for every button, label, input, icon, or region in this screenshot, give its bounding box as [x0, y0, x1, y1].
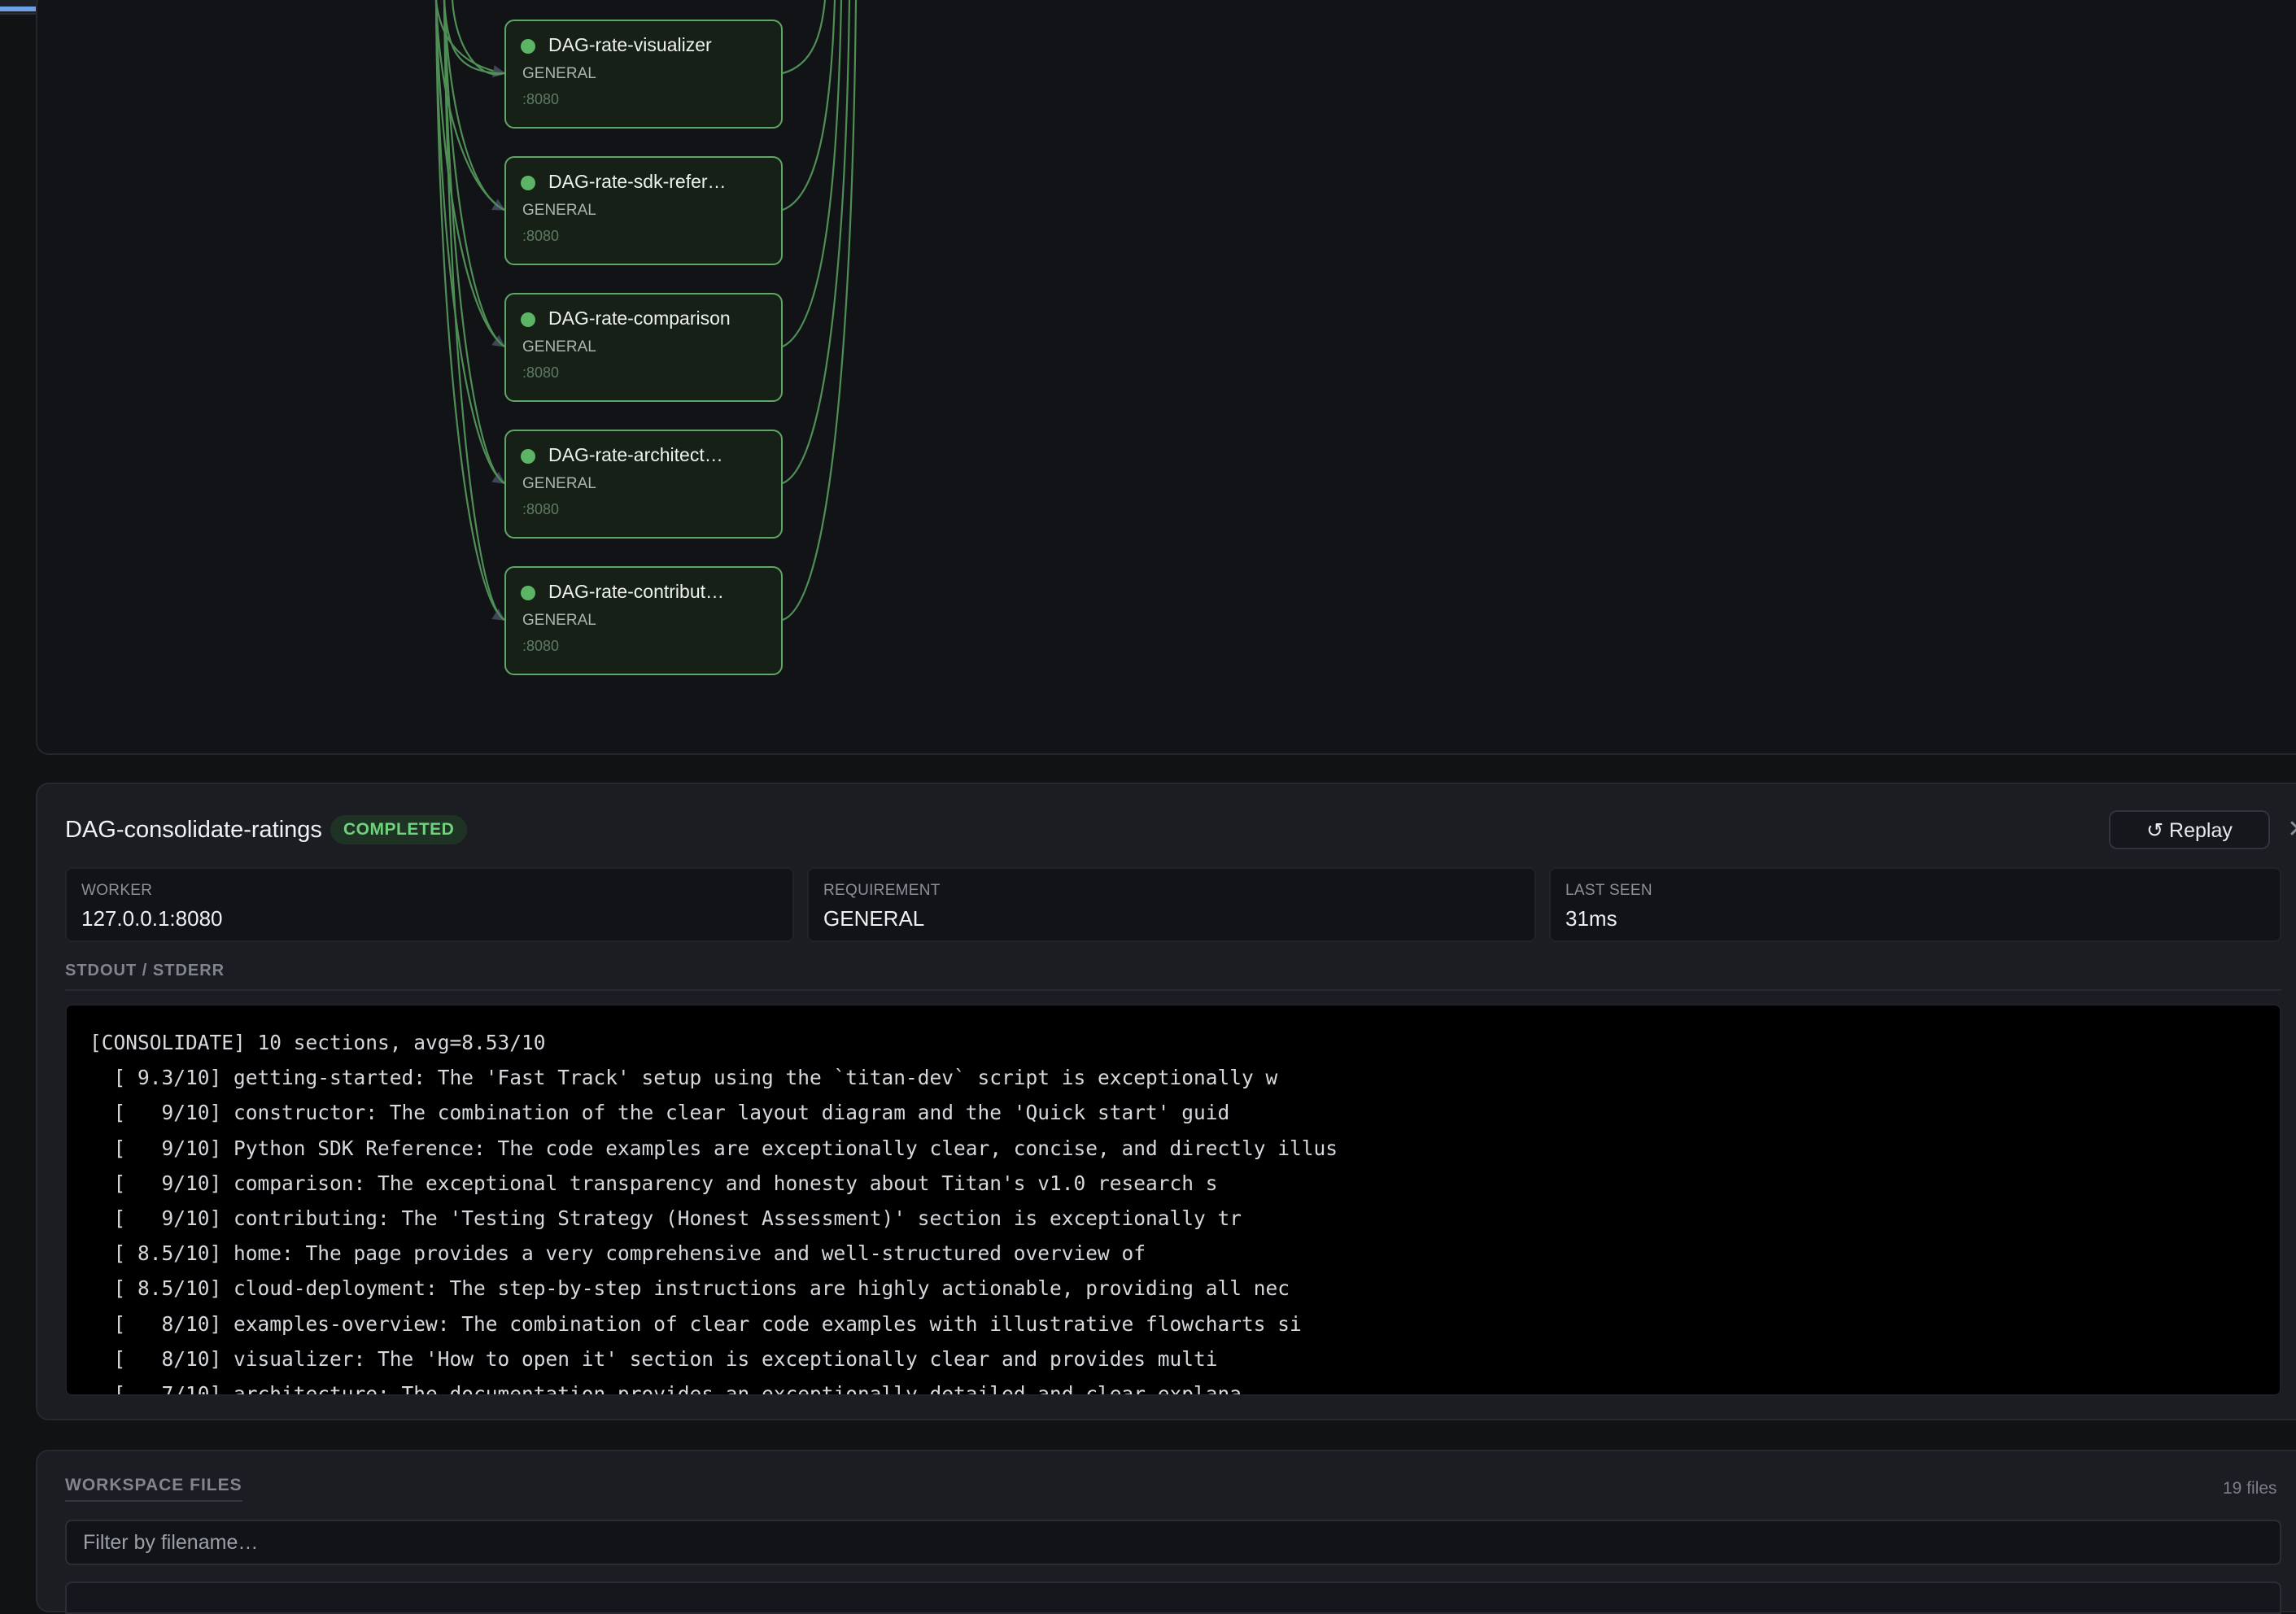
- node-title: DAG-rate-contribut…: [548, 581, 725, 602]
- dag-node-rate-sdk-reference[interactable]: DAG-rate-sdk-refer… GENERAL :8080: [504, 156, 783, 265]
- console-line: [ 9.3/10] getting-started: The 'Fast Tra…: [89, 1066, 1278, 1090]
- last-seen-label: LAST SEEN: [1565, 882, 1652, 899]
- worker-card: WORKER 127.0.0.1:8080: [65, 867, 794, 942]
- node-title: DAG-rate-sdk-refer…: [548, 171, 727, 192]
- output-section-label: STDOUT / STDERR: [65, 962, 225, 979]
- status-dot-icon: [521, 586, 535, 600]
- console-line: [ 8/10] examples-overview: The combinati…: [89, 1311, 1302, 1336]
- task-detail-panel: DAG-consolidate-ratings COMPLETED ↺ Repl…: [36, 783, 2296, 1420]
- task-title: DAG-consolidate-ratings: [65, 817, 322, 843]
- status-dot-icon: [521, 176, 535, 190]
- node-requirement: GENERAL: [522, 612, 596, 629]
- node-port: :8080: [522, 364, 560, 381]
- edge-out: [782, 0, 858, 622]
- console-line: [ 9/10] comparison: The exceptional tran…: [89, 1171, 1218, 1195]
- replay-button[interactable]: ↺ Replay: [2109, 810, 2270, 849]
- dag-node-rate-architecture[interactable]: DAG-rate-architect… GENERAL :8080: [504, 430, 783, 539]
- close-icon[interactable]: ✕: [2283, 812, 2296, 848]
- status-dot-icon: [521, 39, 535, 54]
- workspace-files-panel: WORKSPACE FILES 19 files: [36, 1450, 2296, 1614]
- console-line: [ 9/10] constructor: The combination of …: [89, 1101, 1230, 1125]
- status-dot-icon: [521, 449, 535, 464]
- file-list: [65, 1581, 2281, 1614]
- status-dot-icon: [521, 312, 535, 327]
- node-title: DAG-rate-comparison: [548, 308, 731, 329]
- divider: [65, 989, 2281, 991]
- filename-filter-input[interactable]: [65, 1520, 2281, 1565]
- node-requirement: GENERAL: [522, 65, 596, 82]
- node-requirement: GENERAL: [522, 338, 596, 356]
- last-seen-card: LAST SEEN 31ms: [1549, 867, 2281, 942]
- dag-node-rate-contributing[interactable]: DAG-rate-contribut… GENERAL :8080: [504, 566, 783, 675]
- node-title: DAG-rate-architect…: [548, 444, 723, 465]
- requirement-value: GENERAL: [823, 906, 925, 931]
- node-port: :8080: [522, 638, 560, 654]
- worker-value: 127.0.0.1:8080: [81, 906, 223, 931]
- status-badge: COMPLETED: [330, 815, 468, 844]
- node-port: :8080: [522, 228, 560, 244]
- edge-out: [782, 0, 836, 212]
- dag-node-rate-comparison[interactable]: DAG-rate-comparison GENERAL :8080: [504, 293, 783, 402]
- console-line: [CONSOLIDATE] 10 sections, avg=8.53/10: [89, 1031, 546, 1054]
- dag-node-rate-visualizer[interactable]: DAG-rate-visualizer GENERAL :8080: [504, 20, 783, 129]
- console-line: [ 8.5/10] cloud-deployment: The step-by-…: [89, 1276, 1290, 1301]
- replay-label: Replay: [2169, 819, 2233, 842]
- outgoing-edges: [782, 0, 858, 622]
- console-line: [ 9/10] contributing: The 'Testing Strat…: [89, 1206, 1242, 1230]
- console-line: [ 8.5/10] home: The page provides a very…: [89, 1241, 1146, 1266]
- incoming-edges: [434, 0, 506, 621]
- console-line: [ 8/10] visualizer: The 'How to open it'…: [89, 1346, 1218, 1371]
- workspace-files-title: WORKSPACE FILES: [65, 1476, 242, 1502]
- files-count: 19 files: [2223, 1479, 2277, 1498]
- node-requirement: GENERAL: [522, 202, 596, 219]
- node-requirement: GENERAL: [522, 475, 596, 492]
- requirement-label: REQUIREMENT: [823, 882, 941, 899]
- requirement-card: REQUIREMENT GENERAL: [807, 867, 1536, 942]
- replay-icon: ↺: [2146, 819, 2164, 842]
- console-line: [ 9/10] Python SDK Reference: The code e…: [89, 1136, 1338, 1160]
- edge-in: [451, 0, 505, 76]
- last-seen-value: 31ms: [1565, 906, 1617, 931]
- dag-edges: [434, 0, 858, 622]
- node-port: :8080: [522, 91, 560, 107]
- edge-out: [782, 0, 827, 75]
- output-console[interactable]: [CONSOLIDATE] 10 sections, avg=8.53/10 […: [65, 1004, 2281, 1396]
- worker-label: WORKER: [81, 882, 153, 899]
- node-port: :8080: [522, 501, 560, 517]
- node-title: DAG-rate-visualizer: [548, 34, 712, 55]
- console-line: [ 7/10] architecture: The documentation …: [89, 1381, 1242, 1396]
